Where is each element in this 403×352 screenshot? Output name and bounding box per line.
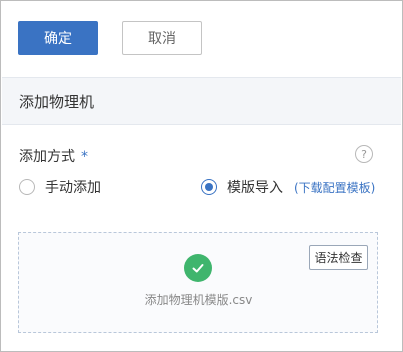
- uploaded-file-name: 添加物理机模版.csv: [144, 293, 253, 307]
- radio-template-import[interactable]: 模版导入: [201, 177, 283, 197]
- radio-manual-add[interactable]: 手动添加: [19, 177, 101, 197]
- add-method-label-text: 添加方式: [19, 149, 75, 165]
- add-physical-machine-panel: 确定 取消 添加物理机 添加方式 * ? 手动添加 模版导入 (下载配置模板) 语…: [0, 0, 403, 352]
- download-template-link[interactable]: (下载配置模板): [294, 179, 375, 196]
- confirm-button[interactable]: 确定: [18, 21, 98, 55]
- radio-template-import-label: 模版导入: [227, 180, 283, 196]
- section-title: 添加物理机: [19, 92, 95, 111]
- add-method-label: 添加方式 *: [19, 146, 88, 166]
- cancel-button[interactable]: 取消: [122, 21, 202, 55]
- check-circle-icon: [184, 254, 212, 282]
- section-header: 添加物理机: [2, 77, 401, 125]
- radio-manual-add-label: 手动添加: [45, 180, 101, 196]
- radio-circle-checked[interactable]: [201, 179, 217, 195]
- required-marker: *: [81, 149, 88, 165]
- help-icon[interactable]: ?: [355, 145, 373, 163]
- syntax-check-button[interactable]: 语法检查: [309, 245, 368, 270]
- radio-circle-unchecked[interactable]: [19, 179, 35, 195]
